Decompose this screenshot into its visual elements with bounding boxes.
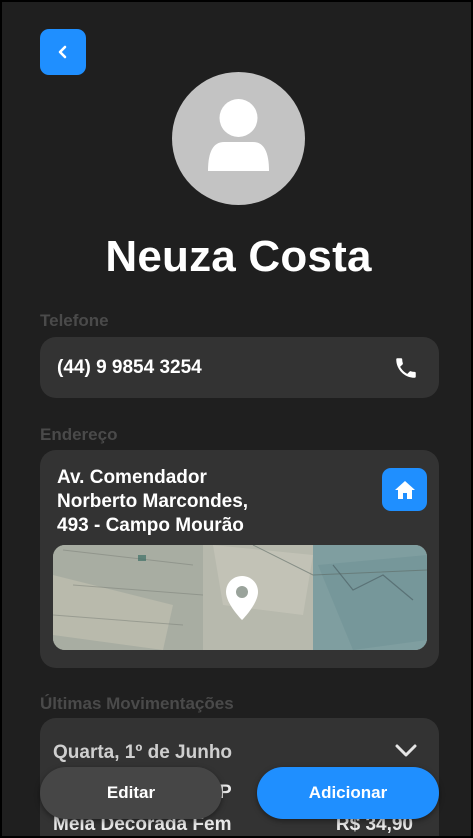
profile-screen: Neuza Costa Telefone (44) 9 9854 3254 En…: [0, 0, 473, 838]
chevron-left-icon: [58, 45, 67, 59]
phone-card[interactable]: (44) 9 9854 3254: [40, 337, 439, 398]
chevron-down-icon[interactable]: [395, 744, 417, 758]
contact-name: Neuza Costa: [105, 232, 372, 281]
map-preview[interactable]: [53, 545, 427, 650]
avatar: [172, 72, 305, 205]
history-date: Quarta, 1º de Junho: [53, 742, 233, 763]
history-label: Últimas Movimentações: [40, 694, 234, 713]
phone-label: Telefone: [40, 311, 109, 330]
phone-number: (44) 9 9854 3254: [57, 356, 202, 378]
add-button[interactable]: Adicionar: [257, 767, 439, 819]
phone-icon[interactable]: [393, 355, 419, 381]
address-label: Endereço: [40, 425, 118, 444]
address-text: Av. Comendador Norberto Marcondes, 493 -…: [57, 467, 249, 536]
user-icon: [208, 99, 269, 171]
map-pin-icon: [226, 576, 258, 620]
back-button[interactable]: [40, 29, 86, 75]
address-card: Av. Comendador Norberto Marcondes, 493 -…: [40, 450, 439, 668]
edit-button[interactable]: Editar: [40, 767, 222, 819]
home-icon: [394, 480, 415, 499]
home-button[interactable]: [382, 468, 427, 511]
